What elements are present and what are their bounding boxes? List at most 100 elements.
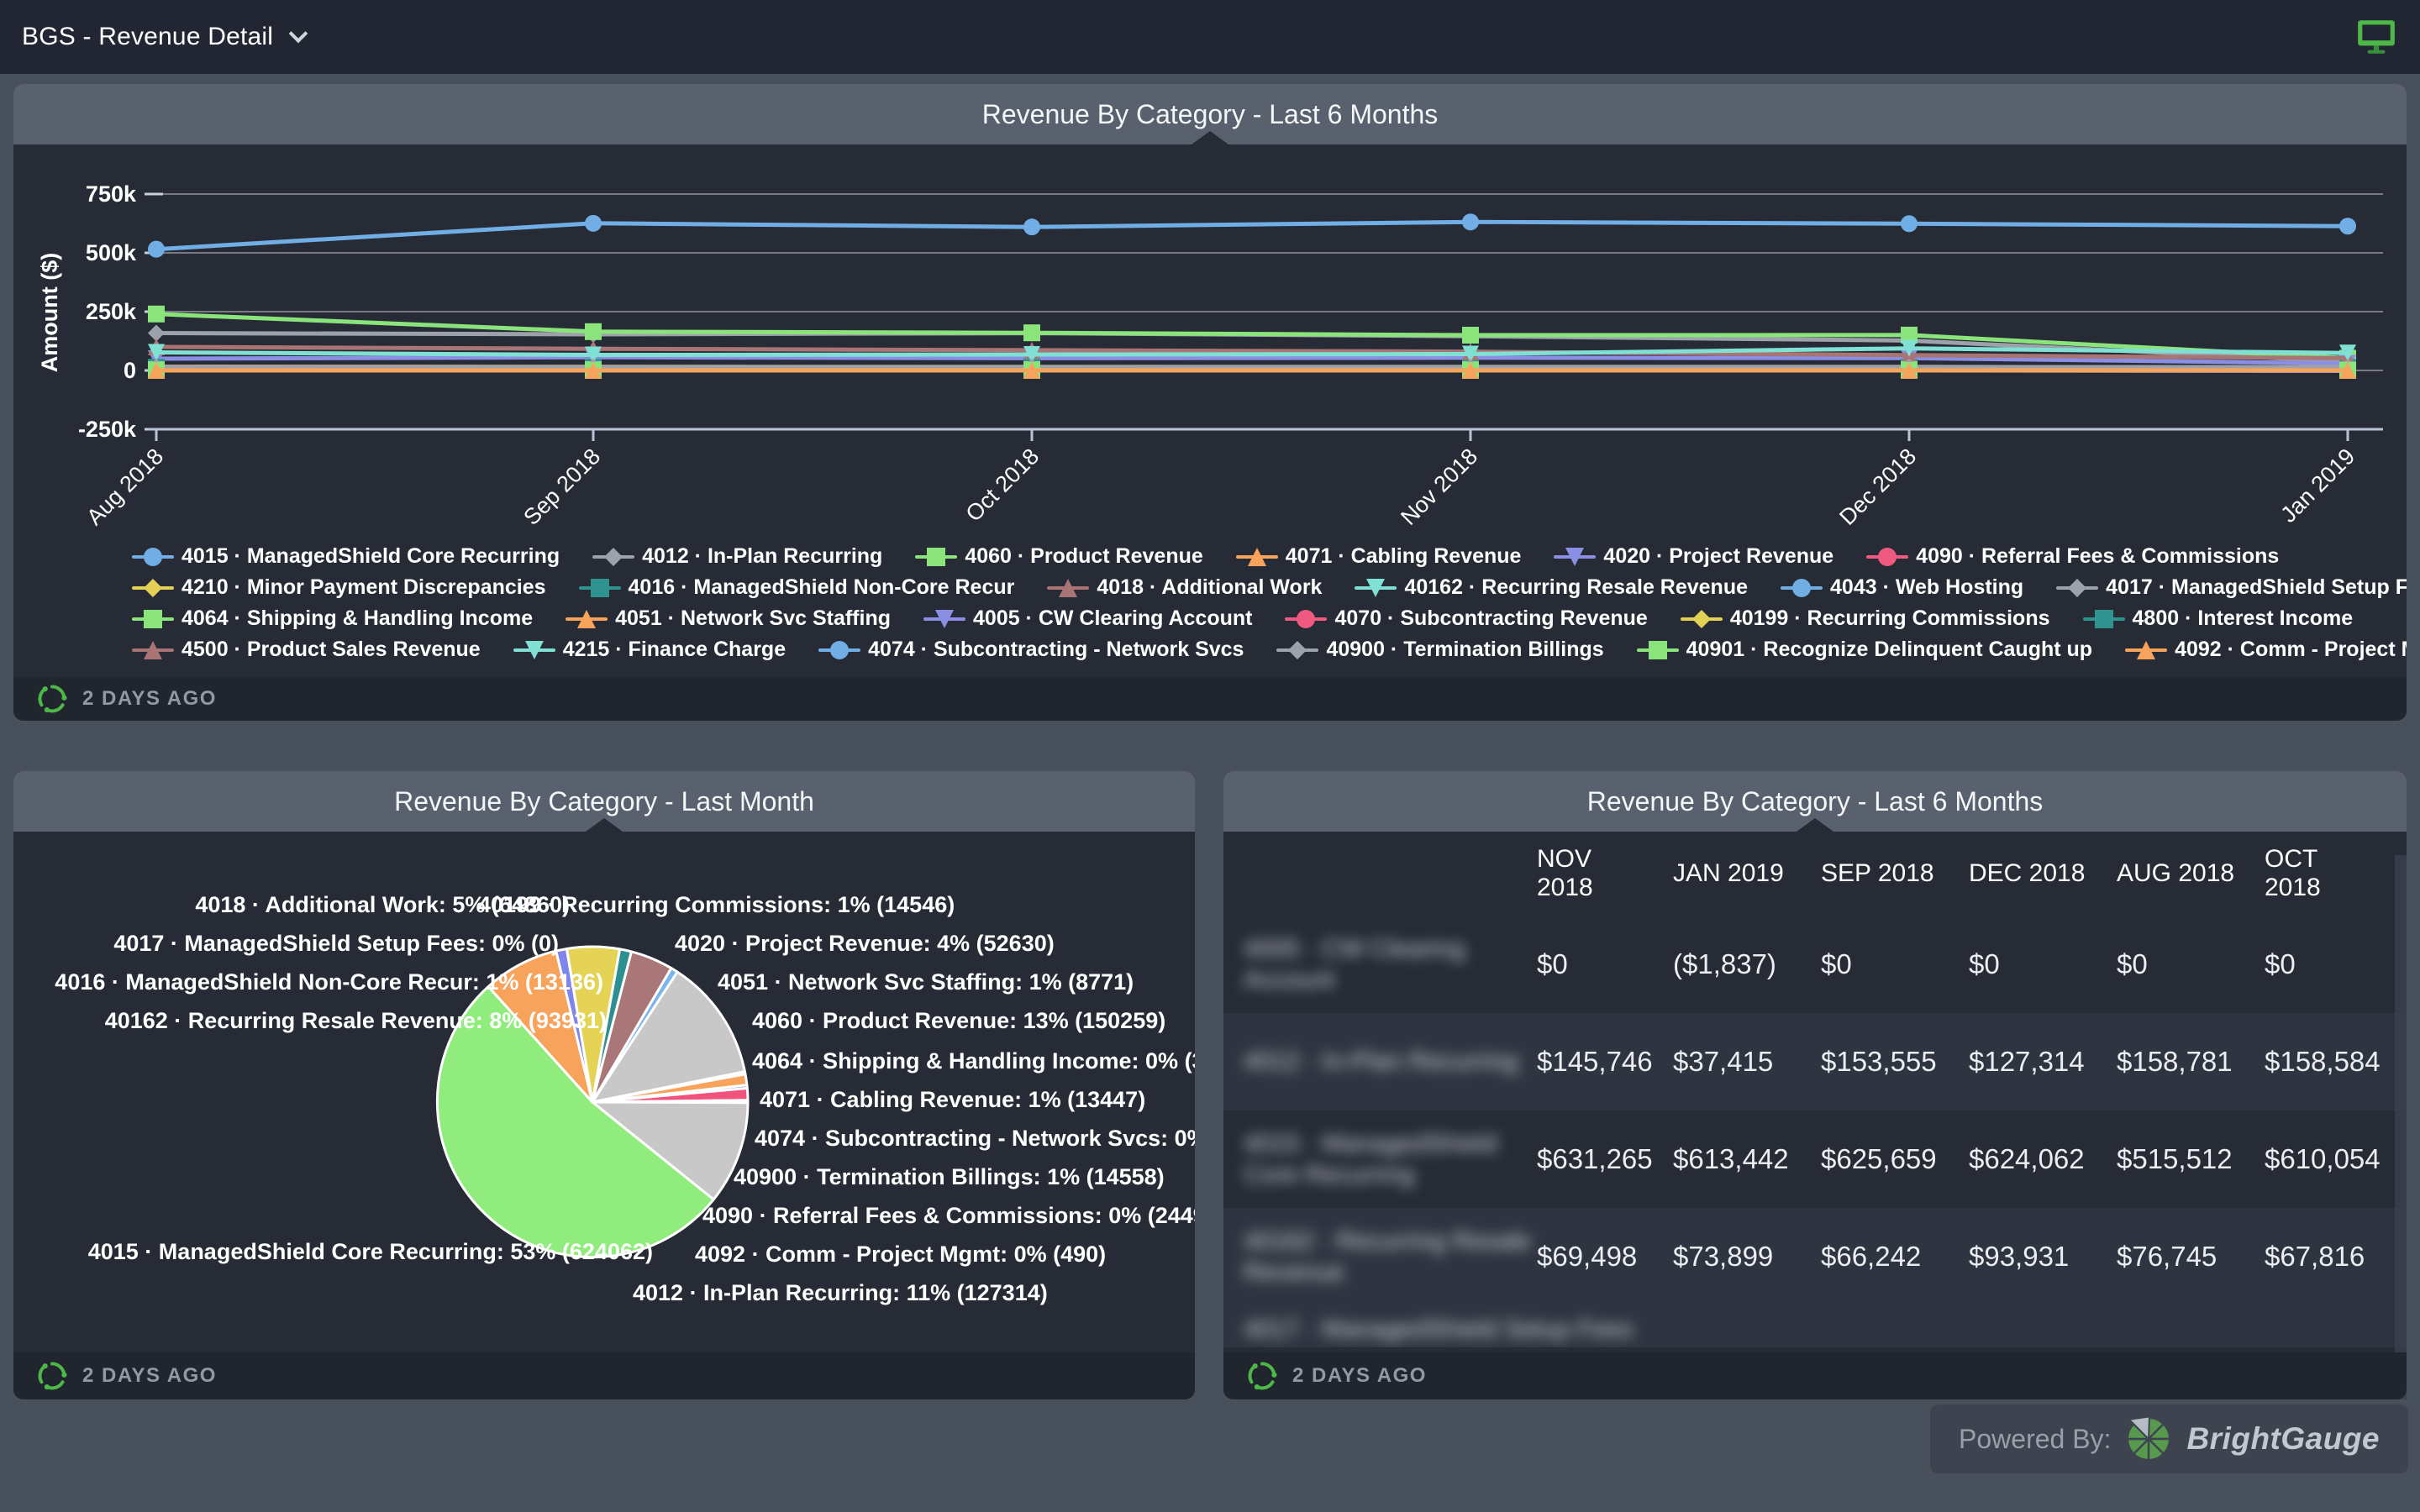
refresh-icon[interactable] [1245,1359,1279,1393]
table-header-month: OCT 2018 [2265,845,2407,903]
svg-text:750k: 750k [86,181,137,207]
legend-item-label: 40199 · Recurring Commissions [1730,606,2050,631]
table-cell: $0 [2117,948,2265,980]
panel-title-bar: Revenue By Category - Last 6 Months [13,84,2407,144]
legend-marker-circle-icon [131,546,175,568]
legend-item[interactable]: 4210 · Minor Payment Discrepancies [131,575,546,600]
table-row: 4015 · ManagedShield Core Recurring$631,… [1223,1110,2407,1208]
table-header-row: NOV 2018JAN 2019SEP 2018DEC 2018AUG 2018… [1223,832,2407,916]
table-scrollbar[interactable] [2395,855,2407,1399]
row-label-obscured: 40162 · Recurring Resale Revenue [1223,1226,1537,1289]
svg-text:250k: 250k [86,299,137,324]
table-row: 4012 · In-Plan Recurring$145,746$37,415$… [1223,1013,2407,1110]
svg-text:Oct 2018: Oct 2018 [961,444,1044,527]
pie-slice-label: 4017 · ManagedShield Setup Fees: 0% (0) [113,931,559,957]
legend-item[interactable]: 4092 · Comm - Project Mgmt [2124,638,2407,662]
table-cell: $67,816 [2265,1241,2407,1273]
table-header-month: SEP 2018 [1821,859,1969,889]
legend-marker-triangle-icon [565,608,608,630]
legend-item[interactable]: 4043 · Web Hosting [1780,575,2023,600]
svg-text:Aug 2018: Aug 2018 [82,444,168,530]
refresh-icon[interactable] [35,682,69,716]
legend-item-label: 4015 · ManagedShield Core Recurring [182,544,560,569]
legend-item-label: 4012 · In-Plan Recurring [642,544,882,569]
monitor-icon[interactable] [2354,16,2398,58]
panel-title-bar: Revenue By Category - Last 6 Months [1223,771,2407,832]
legend-item[interactable]: 4074 · Subcontracting - Network Svcs [818,638,1244,662]
legend-marker-triangle-down-icon [923,608,966,630]
line-chart[interactable]: 750k500k250k0-250kAmount ($)Aug 2018Sep … [13,144,2407,539]
table-row-partial: 4017 · ManagedShield Setup Fees [1223,1305,2407,1347]
legend-marker-square-icon [2082,608,2126,630]
table-cell: $69,498 [1537,1241,1673,1273]
legend-marker-triangle-down-icon [513,639,556,661]
legend-marker-diamond-icon [131,577,175,599]
legend-item[interactable]: 4090 · Referral Fees & Commissions [1865,544,2279,569]
legend-marker-square-icon [1636,639,1680,661]
legend-item[interactable]: 4215 · Finance Charge [513,638,786,662]
pie-slice-label: 4012 · In-Plan Recurring: 11% (127314) [633,1280,1048,1306]
legend-marker-triangle-icon [131,639,175,661]
pie-chart-title: Revenue By Category - Last Month [394,786,814,817]
table-cell: ($1,837) [1673,948,1821,980]
table-cell: $624,062 [1969,1143,2117,1175]
dashboard-title[interactable]: BGS - Revenue Detail [22,23,273,51]
legend-item[interactable]: 4005 · CW Clearing Account [923,606,1252,631]
legend-item[interactable]: 40199 · Recurring Commissions [1680,606,2050,631]
legend-item-label: 4092 · Comm - Project Mgmt [2175,638,2407,662]
svg-text:Jan 2019: Jan 2019 [2275,444,2360,528]
legend-marker-square-icon [578,577,622,599]
legend-item-label: 4071 · Cabling Revenue [1286,544,1522,569]
panel-footer: 2 DAYS AGO [1223,1352,2407,1399]
legend-item-label: 4500 · Product Sales Revenue [182,638,481,662]
legend-item-label: 4005 · CW Clearing Account [973,606,1252,631]
legend-item[interactable]: 4016 · ManagedShield Non-Core Recur [578,575,1015,600]
pie-slice-label: 4090 · Referral Fees & Commissions: 0% (… [702,1203,1195,1229]
legend-item-label: 4090 · Referral Fees & Commissions [1916,544,2279,569]
legend-item[interactable]: 4018 · Additional Work [1046,575,1322,600]
legend-item[interactable]: 4051 · Network Svc Staffing [565,606,891,631]
panel-footer: 2 DAYS AGO [13,1352,1195,1399]
table-header-month: AUG 2018 [2117,859,2265,889]
refresh-icon[interactable] [35,1359,69,1393]
legend-item-label: 4070 · Subcontracting Revenue [1334,606,1647,631]
legend-marker-circle-icon [1780,577,1823,599]
table-cell: $127,314 [1969,1046,2117,1078]
table-cell: $610,054 [2265,1143,2407,1175]
table-cell: $153,555 [1821,1046,1969,1078]
table-header-month: JAN 2019 [1673,859,1821,889]
table-cell: $76,745 [2117,1241,2265,1273]
legend-item[interactable]: 4020 · Project Revenue [1553,544,1833,569]
legend-item[interactable]: 4071 · Cabling Revenue [1235,544,1522,569]
legend-item-label: 4074 · Subcontracting - Network Svcs [868,638,1244,662]
chevron-down-icon[interactable] [289,24,308,44]
row-label-obscured: 4015 · ManagedShield Core Recurring [1223,1128,1537,1191]
legend-item[interactable]: 40901 · Recognize Delinquent Caught up [1636,638,2092,662]
legend-item-label: 4060 · Product Revenue [965,544,1202,569]
legend-item[interactable]: 4070 · Subcontracting Revenue [1284,606,1647,631]
legend-item[interactable]: 4800 · Interest Income [2082,606,2354,631]
panel-revenue-pie: Revenue By Category - Last Month 4018 · … [13,771,1195,1399]
table-cell: $631,265 [1537,1143,1673,1175]
legend-item[interactable]: 4012 · In-Plan Recurring [592,544,882,569]
legend-item[interactable]: 40900 · Termination Billings [1276,638,1603,662]
legend-marker-triangle-icon [2124,639,2168,661]
legend-item[interactable]: 4015 · ManagedShield Core Recurring [131,544,560,569]
table-cell: $66,242 [1821,1241,1969,1273]
legend-item[interactable]: 4060 · Product Revenue [914,544,1202,569]
legend-item[interactable]: 4064 · Shipping & Handling Income [131,606,533,631]
table-cell: $625,659 [1821,1143,1969,1175]
legend-item[interactable]: 40162 · Recurring Resale Revenue [1354,575,1748,600]
legend-item-label: 4020 · Project Revenue [1603,544,1833,569]
legend-item[interactable]: 4017 · ManagedShield Setup Fees [2055,575,2407,600]
svg-text:Sep 2018: Sep 2018 [518,444,605,530]
table-cell: $515,512 [2117,1143,2265,1175]
svg-text:500k: 500k [86,240,137,265]
line-chart-title: Revenue By Category - Last 6 Months [982,99,1439,130]
last-updated: 2 DAYS AGO [1292,1364,1427,1388]
chart-legend: 4015 · ManagedShield Core Recurring 4012 … [131,544,2381,662]
legend-marker-circle-icon [818,639,861,661]
svg-text:Dec 2018: Dec 2018 [1834,444,1921,530]
pie-slice-label: 40162 · Recurring Resale Revenue: 8% (93… [105,1008,607,1034]
legend-item[interactable]: 4500 · Product Sales Revenue [131,638,481,662]
